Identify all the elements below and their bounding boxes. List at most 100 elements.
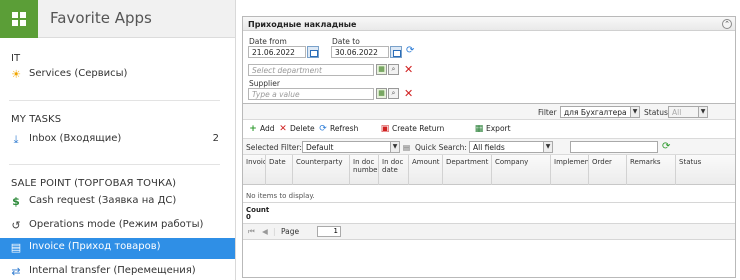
page-number-input[interactable]: 1 [317,226,341,237]
filter-bar: Filter для Бухгалтера ▼ Status All ▼ [243,104,735,120]
divider: | [273,227,276,236]
column-header[interactable]: Remarks [627,155,676,185]
export-button[interactable]: ▦ Export [474,124,511,134]
clear-icon[interactable]: ✕ [404,64,413,75]
action-toolbar: + Add ✕ Delete ⟳ Refresh ▣ Create Return ▦ Ex… [243,120,735,138]
section-it: IT [11,53,21,64]
sun-icon: ☀ [11,68,21,81]
clear-icon[interactable]: ✕ [404,88,413,99]
selected-filter-select[interactable]: Default ▼ [302,141,400,153]
divider [9,100,220,101]
empty-message: No items to display. [246,192,315,200]
excel-icon: ▦ [474,124,484,134]
refresh-dates-icon[interactable]: ⟳ [406,46,414,56]
chevron-down-icon: ▼ [543,142,552,152]
column-header[interactable]: Invoice [243,155,266,185]
sidebar-item-label: Services (Сервисы) [29,68,128,79]
supplier-label: Supplier [249,79,280,88]
add-button[interactable]: + Add [248,124,275,134]
quick-search-field-value: All fields [473,143,505,152]
sidebar-item-label: Internal transfer (Перемещения) [29,265,196,276]
divider [9,164,220,165]
sidebar-header: Favorite Apps [0,0,235,38]
sidebar-item-inbox[interactable]: ⤓ Inbox (Входящие) 2 [0,130,235,150]
app-window: Favorite Apps IT ☀ Services (Сервисы) MY… [0,0,740,280]
chevron-down-icon: ▼ [630,107,639,117]
transfer-icon: ⇄ [11,265,21,278]
column-header[interactable]: Status [676,155,735,185]
sidebar-item-operations-mode[interactable]: ↺ Operations mode (Режим работы) [0,216,235,236]
main-content: Приходные накладные ⌃ Date from 21.06.20… [236,0,740,280]
selected-filter-value: Default [306,143,334,152]
quick-search-icon: ▤ [403,143,411,152]
plus-icon: + [249,124,257,134]
chevron-down-icon: ▼ [698,107,707,117]
lookup-icon[interactable]: ▦ [376,64,387,75]
date-to-field[interactable]: 30.06.2022 [331,46,389,58]
lookup-icon[interactable]: ▦ [376,88,387,99]
refresh-button[interactable]: ⟳ Refresh [318,124,358,134]
quick-search-label: Quick Search: [415,143,467,152]
section-sale-point: SALE POINT (ТОРГОВАЯ ТОЧКА) [11,178,177,189]
sidebar-item-label: Invoice (Приход товаров) [29,241,161,252]
history-icon: ↺ [11,219,21,232]
column-header[interactable]: In doc date [379,155,409,185]
sidebar-item-invoice[interactable]: ▤ Invoice (Приход товаров) [0,238,235,259]
search-icon[interactable]: ⌕ [388,88,399,99]
page-label: Page [281,227,300,236]
column-header[interactable]: Department [443,155,492,185]
status-value: All [672,108,682,117]
delete-button[interactable]: ✕ Delete [278,124,315,134]
date-from-field[interactable]: 21.06.2022 [248,46,306,58]
filter-label: Filter [538,108,557,117]
add-label: Add [260,124,275,133]
apply-search-icon[interactable]: ⟳ [662,141,670,152]
collapse-icon[interactable]: ⌃ [722,19,732,29]
first-page-icon[interactable]: ⏮ [248,227,255,236]
create-return-label: Create Return [392,124,445,133]
sidebar: Favorite Apps IT ☀ Services (Сервисы) MY… [0,0,236,280]
panel-title: Приходные накладные [243,17,735,31]
quick-search-field-select[interactable]: All fields ▼ [469,141,553,153]
column-header[interactable]: Implementer [551,155,589,185]
filter-select[interactable]: для Бухгалтера ▼ [560,106,640,118]
grid-header: Invoice Date Counterparty In doc number … [243,155,735,185]
column-header[interactable]: Order [589,155,627,185]
sidebar-item-label: Operations mode (Режим работы) [29,219,204,230]
column-header[interactable]: In doc number [350,155,379,185]
sidebar-item-label: Inbox (Входящие) [29,133,122,144]
search-icon[interactable]: ⌕ [388,64,399,75]
invoice-grid: Filter для Бухгалтера ▼ Status All ▼ + Ad… [242,104,736,278]
calendar-icon[interactable] [307,46,319,58]
date-from-label: Date from [249,37,287,46]
prev-page-icon[interactable]: ◀ [262,227,268,236]
apps-grid-icon[interactable] [0,0,38,38]
calendar-icon[interactable] [390,46,402,58]
department-input[interactable]: Select department [248,64,374,76]
inbox-count: 2 [212,133,219,144]
status-select[interactable]: All ▼ [668,106,708,118]
summary-row: Count 0 [243,202,735,224]
delete-label: Delete [290,124,315,133]
column-header[interactable]: Amount [409,155,443,185]
count-summary: Count 0 [246,206,270,221]
sidebar-item-label: Cash request (Заявка на ДС) [29,195,177,206]
sidebar-item-cash-request[interactable]: $ Cash request (Заявка на ДС) [0,192,235,212]
app-title: Favorite Apps [50,9,152,27]
dollar-icon: $ [12,195,20,208]
sidebar-item-services[interactable]: ☀ Services (Сервисы) [0,65,235,85]
sidebar-item-internal-transfer[interactable]: ⇄ Internal transfer (Перемещения) [0,262,235,280]
supplier-input[interactable]: Type a value [248,88,374,100]
filter-value: для Бухгалтера [564,108,627,117]
filter-panel: Приходные накладные ⌃ Date from 21.06.20… [242,16,736,104]
export-label: Export [486,124,511,133]
column-header[interactable]: Counterparty [293,155,350,185]
column-header[interactable]: Date [266,155,293,185]
selected-filter-label: Selected Filter: [246,143,302,152]
search-bar: Selected Filter: Default ▼ ▤ Quick Searc… [243,138,735,155]
column-header[interactable]: Company [492,155,551,185]
invoice-icon: ▤ [10,241,22,254]
quick-search-input[interactable] [570,141,658,153]
create-return-button[interactable]: ▣ Create Return [380,124,444,134]
status-label: Status [644,108,668,117]
